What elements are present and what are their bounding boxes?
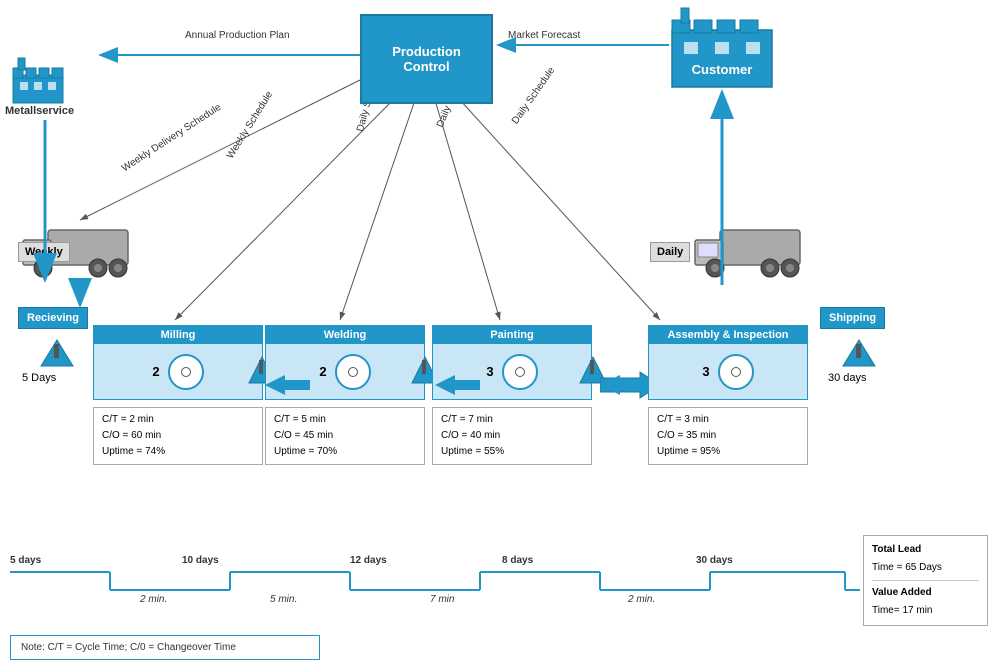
assembly-knob xyxy=(718,354,754,390)
weekly-truck-area: Weekly xyxy=(18,220,138,288)
total-lead-value: Time = 65 Days xyxy=(872,559,979,577)
timeline-days-1: 10 days xyxy=(182,555,219,566)
svg-text:Customer: Customer xyxy=(692,62,753,77)
note-text: Note: C/T = Cycle Time; C/0 = Changeover… xyxy=(21,642,236,653)
supplier-label: Metallservice xyxy=(5,105,74,117)
painting-process-box: Painting 3 xyxy=(432,325,592,400)
annual-plan-label: Annual Production Plan xyxy=(185,30,290,41)
painting-operators: 3 xyxy=(486,364,493,379)
welding-title: Welding xyxy=(266,326,424,344)
value-added-value: Time= 17 min xyxy=(872,602,979,620)
milling-title: Milling xyxy=(94,326,262,344)
welding-operators: 2 xyxy=(319,364,326,379)
value-added-label: Value Added xyxy=(872,584,979,602)
shipping-triangle xyxy=(842,338,877,371)
daily-schedule-label-3: Daily Schedule xyxy=(510,65,557,126)
assembly-operators: 3 xyxy=(702,364,709,379)
supplier-factory-icon xyxy=(8,50,68,108)
assembly-info: C/T = 3 min C/O = 35 min Uptime = 95% xyxy=(648,407,808,465)
milling-info: C/T = 2 min C/O = 60 min Uptime = 74% xyxy=(93,407,263,465)
daily-label: Daily xyxy=(650,242,690,262)
market-forecast-label: Market Forecast xyxy=(508,30,580,41)
production-control-box: Production Control xyxy=(360,14,493,104)
timeline-days-4: 30 days xyxy=(696,555,733,566)
timeline-mins-0: 2 min. xyxy=(140,594,167,605)
note-box: Note: C/T = Cycle Time; C/0 = Changeover… xyxy=(10,635,320,660)
timeline-days-0: 5 days xyxy=(10,555,41,566)
timeline-mins-3: 2 min. xyxy=(628,594,655,605)
welding-process-box: Welding 2 xyxy=(265,325,425,400)
weekly-label: Weekly xyxy=(18,242,70,262)
timeline-days-3: 8 days xyxy=(502,555,533,566)
timeline-mins-2: 7 min xyxy=(430,594,454,605)
painting-info: C/T = 7 min C/O = 40 min Uptime = 55% xyxy=(432,407,592,465)
daily-truck-area: Daily xyxy=(650,220,810,288)
customer-box: Customer xyxy=(669,0,775,90)
painting-knob xyxy=(502,354,538,390)
shipping-days: 30 days xyxy=(828,372,867,384)
total-lead-time-box: Total Lead Time = 65 Days Value Added Ti… xyxy=(863,535,988,626)
shipping-box: Shipping xyxy=(820,307,885,329)
weekly-delivery-schedule-label: Weekly Delivery Schedule xyxy=(120,102,223,174)
milling-process-box: Milling 2 xyxy=(93,325,263,400)
receiving-triangle xyxy=(40,338,75,371)
receiving-box: Recieving xyxy=(18,307,88,329)
welding-info: C/T = 5 min C/O = 45 min Uptime = 70% xyxy=(265,407,425,465)
painting-title: Painting xyxy=(433,326,591,344)
timeline-mins-1: 5 min. xyxy=(270,594,297,605)
total-lead-label: Total Lead xyxy=(872,541,979,559)
timeline-days-2: 12 days xyxy=(350,555,387,566)
receiving-days: 5 Days xyxy=(22,372,56,384)
milling-operators: 2 xyxy=(152,364,159,379)
assembly-title: Assembly & Inspection xyxy=(649,326,807,344)
weekly-schedule-label: Weekly Schedule xyxy=(225,90,275,161)
assembly-process-box: Assembly & Inspection 3 xyxy=(648,325,808,400)
milling-knob xyxy=(168,354,204,390)
welding-knob xyxy=(335,354,371,390)
